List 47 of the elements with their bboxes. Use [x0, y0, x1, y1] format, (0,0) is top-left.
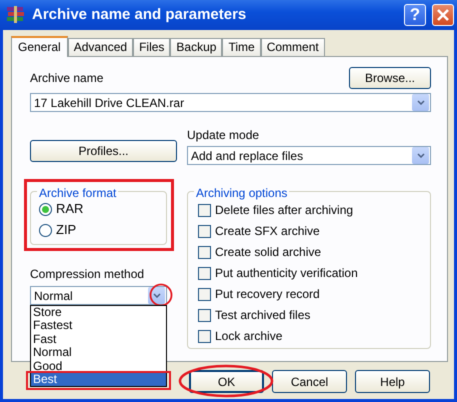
- field-label: Compression method: [30, 266, 146, 283]
- checkbox[interactable]: [198, 204, 211, 216]
- list-item[interactable]: Store: [31, 306, 166, 320]
- radio-button[interactable]: [39, 224, 52, 236]
- close-icon: [437, 9, 449, 21]
- option-label: Test archived files: [215, 308, 310, 322]
- list-item[interactable]: Good: [31, 360, 166, 374]
- tab[interactable]: Backup: [170, 38, 222, 56]
- list-item[interactable]: Fastest: [31, 319, 166, 333]
- option-label: ZIP: [56, 223, 76, 237]
- list-item[interactable]: Fast: [31, 332, 166, 346]
- dialog-button[interactable]: OK: [189, 370, 264, 393]
- option-label: Create solid archive: [215, 245, 322, 259]
- checkbox[interactable]: [198, 288, 211, 300]
- option-label: Lock archive: [215, 329, 282, 343]
- dialog-button[interactable]: Help: [355, 370, 430, 393]
- tab[interactable]: General: [11, 36, 68, 57]
- option-label: Put recovery record: [215, 287, 320, 301]
- checkbox[interactable]: [198, 246, 211, 258]
- field-label: Update mode: [187, 127, 260, 144]
- checkbox[interactable]: [198, 308, 211, 322]
- checkbox[interactable]: [198, 266, 211, 280]
- option-label: Put authenticity verification: [215, 266, 358, 280]
- help-button[interactable]: ?: [404, 4, 426, 26]
- update-mode-combo[interactable]: Add and replace files: [187, 146, 431, 165]
- option-label: RAR: [56, 202, 84, 216]
- browse-button[interactable]: Browse...: [349, 67, 431, 89]
- profiles-button[interactable]: Profiles...: [30, 140, 177, 162]
- window-title: Archive name and parameters: [32, 4, 248, 25]
- checkbox[interactable]: [198, 330, 211, 342]
- option-label: Create SFX archive: [215, 224, 320, 238]
- archive-name-combo[interactable]: 17 Lakehill Drive CLEAN.rar: [30, 93, 431, 112]
- option-label: Delete files after archiving: [215, 203, 354, 217]
- radio-button[interactable]: [39, 202, 52, 216]
- checkbox[interactable]: [198, 224, 211, 238]
- field-label: Archive name: [30, 70, 104, 87]
- list-item[interactable]: Best: [31, 373, 166, 386]
- tab[interactable]: Files: [133, 38, 170, 56]
- close-button[interactable]: [432, 4, 454, 26]
- books-icon: [6, 6, 26, 24]
- tab[interactable]: Comment: [260, 38, 325, 56]
- tab[interactable]: Advanced: [68, 38, 134, 56]
- tab[interactable]: Time: [222, 38, 261, 56]
- compression-combo[interactable]: Normal: [30, 286, 167, 305]
- highlight-circle: [149, 283, 173, 307]
- dialog-button[interactable]: Cancel: [272, 370, 347, 393]
- list-item[interactable]: Normal: [31, 346, 166, 360]
